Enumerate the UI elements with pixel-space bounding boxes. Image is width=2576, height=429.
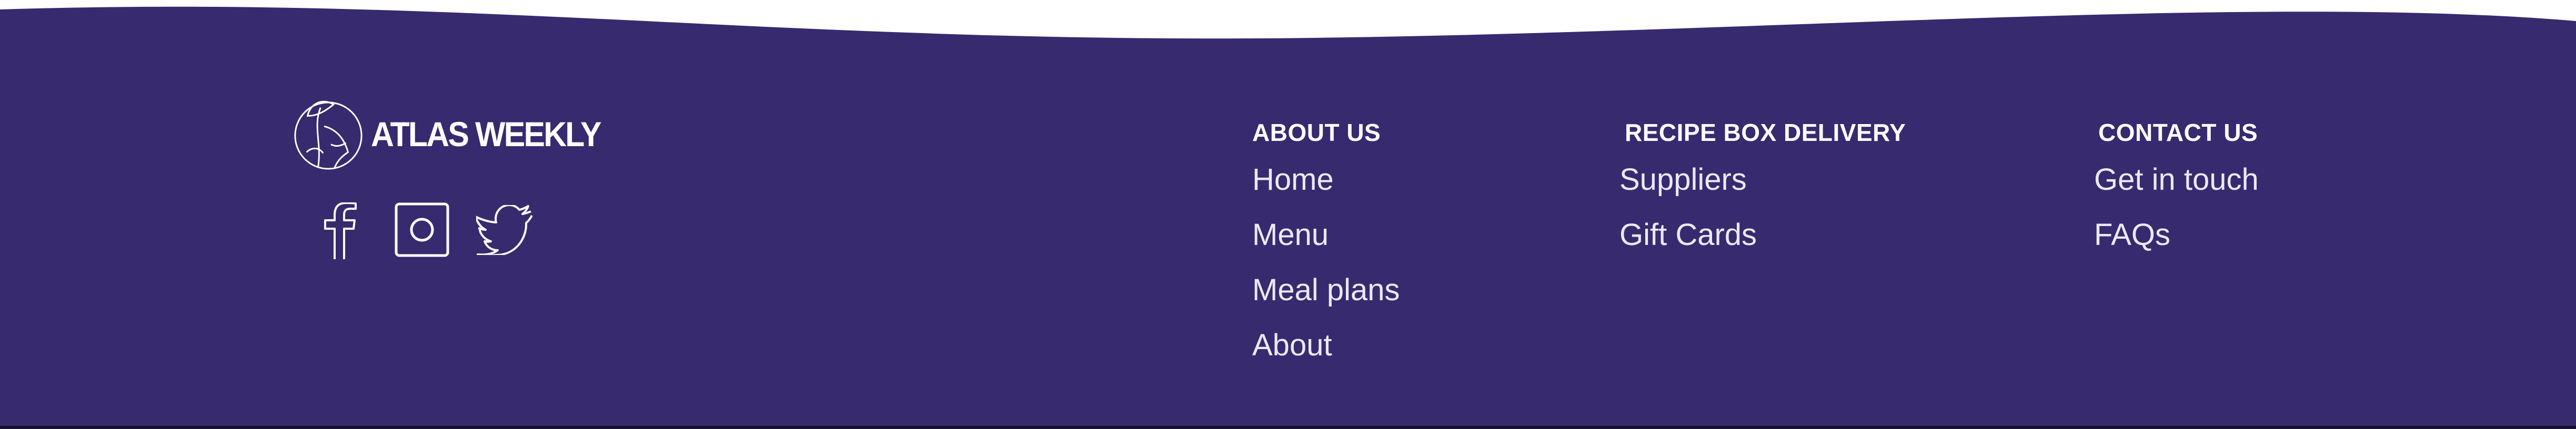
footer-link-about[interactable]: About [1252,318,1400,373]
footer-link-menu[interactable]: Menu [1252,207,1400,262]
twitter-icon [475,204,533,258]
instagram-icon [395,202,449,257]
footer-column-contact-us: CONTACT US Get in touch FAQs [2094,118,2259,262]
footer-heading-contact-us: CONTACT US [2098,119,2258,146]
footer-heading-recipe-box-delivery: RECIPE BOX DELIVERY [1625,119,1906,146]
footer-heading-about-us: ABOUT US [1252,119,1381,146]
instagram-link[interactable] [395,202,449,257]
footer-link-meal-plans[interactable]: Meal plans [1252,262,1400,318]
facebook-link[interactable] [321,202,358,260]
footer-link-suppliers[interactable]: Suppliers [1619,152,1906,207]
facebook-icon [324,202,357,259]
footer-link-faqs[interactable]: FAQs [2094,207,2259,262]
footer-link-gift-cards[interactable]: Gift Cards [1619,207,1906,262]
footer-column-recipe-box-delivery: RECIPE BOX DELIVERY Suppliers Gift Cards [1619,118,1906,262]
footer-bottom-border [0,426,2576,429]
site-footer: ATLAS WEEKLY ABOUT US Home Menu Meal pla… [0,0,2576,429]
footer-link-home[interactable]: Home [1252,152,1400,207]
twitter-link[interactable] [475,204,534,258]
footer-link-get-in-touch[interactable]: Get in touch [2094,152,2259,207]
brand-name: ATLAS WEEKLY [371,115,602,154]
footer-column-about-us: ABOUT US Home Menu Meal plans About [1252,118,1400,373]
globe-leaf-logo-icon [294,100,363,170]
brand[interactable]: ATLAS WEEKLY [292,95,620,173]
